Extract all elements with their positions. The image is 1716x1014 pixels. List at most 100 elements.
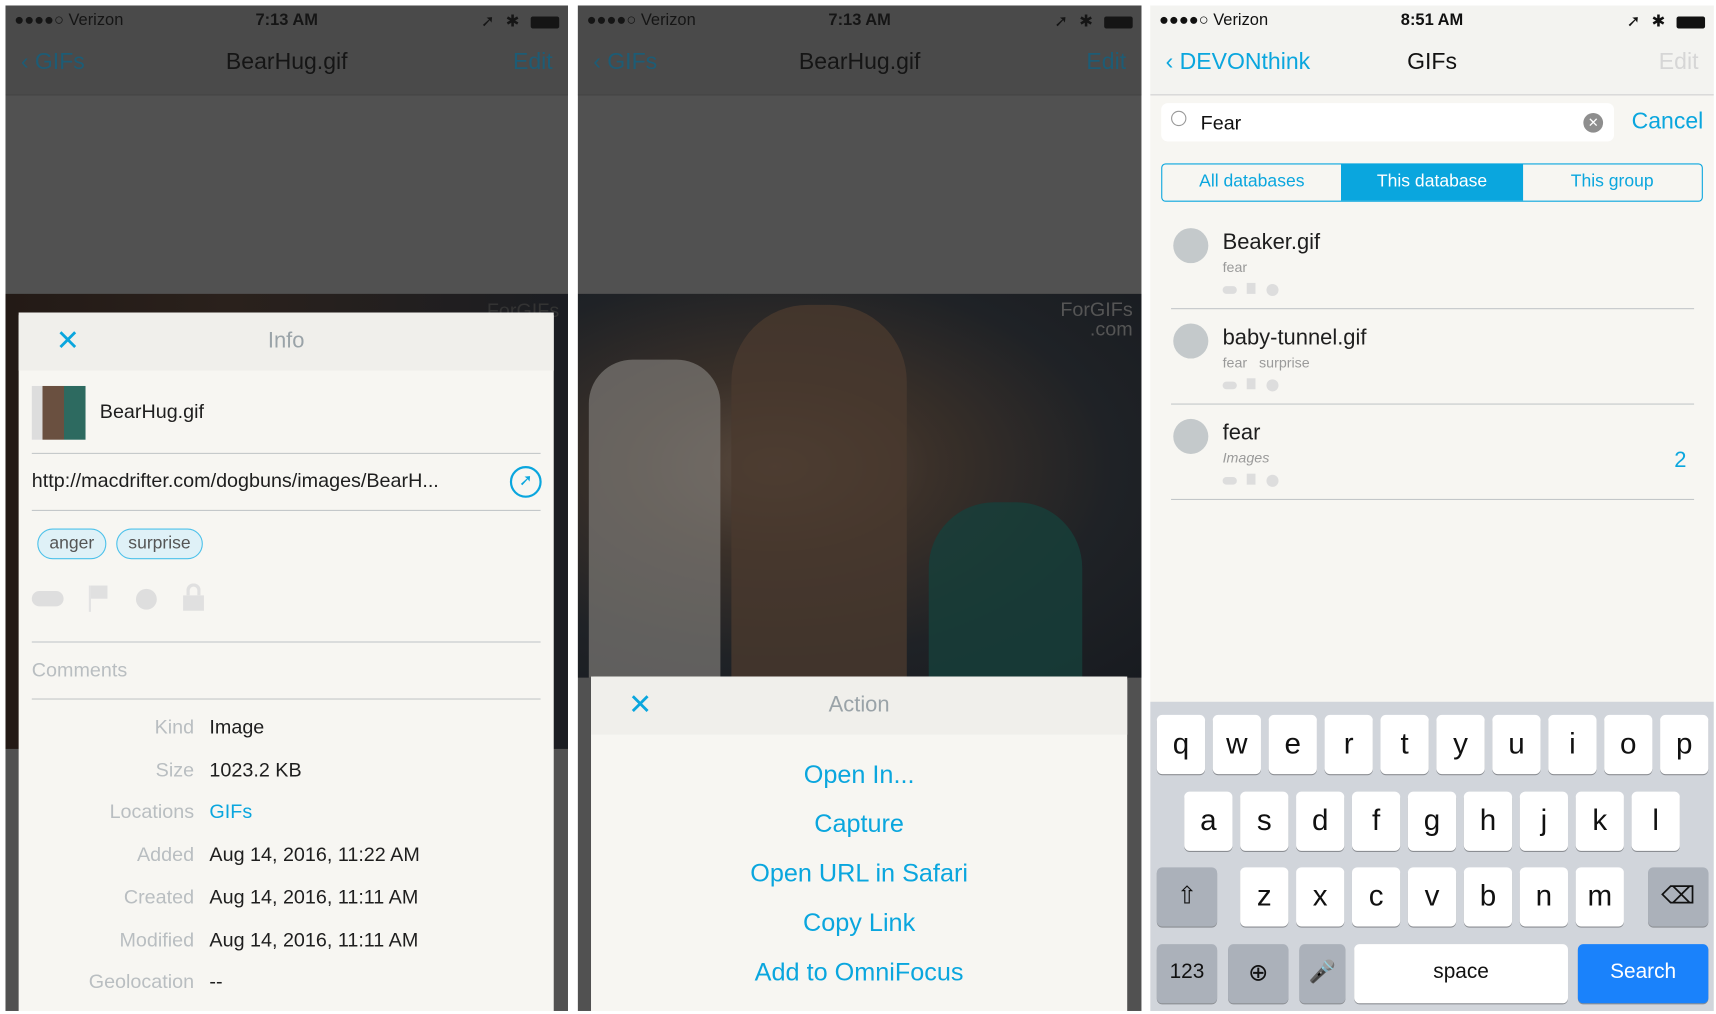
key-z[interactable]: z	[1240, 867, 1289, 927]
divider	[31, 698, 541, 700]
clear-icon[interactable]: ✕	[1583, 112, 1604, 133]
action-item[interactable]: Add to OmniFocus	[591, 957, 1127, 987]
cancel-button[interactable]: Cancel	[1632, 109, 1704, 135]
field-label: Size	[155, 758, 195, 781]
unread-icon	[1266, 283, 1279, 297]
lock-icon[interactable]	[183, 583, 204, 611]
compass-icon[interactable]: ➚	[509, 466, 542, 498]
key-s[interactable]: s	[1240, 791, 1289, 851]
divider	[1171, 403, 1695, 405]
key-l[interactable]: l	[1631, 791, 1680, 851]
field-value: --	[209, 970, 223, 993]
edit-button[interactable]: Edit	[513, 49, 553, 75]
key-e[interactable]: e	[1268, 714, 1317, 775]
key-t[interactable]: t	[1380, 714, 1429, 775]
key-i[interactable]: i	[1548, 714, 1597, 775]
nav-title: BearHug.gif	[225, 49, 348, 75]
url-field[interactable]: http://macdrifter.com/dogbuns/images/Bea…	[32, 469, 439, 492]
result-row[interactable]: baby-tunnel.gif fear surprise	[1150, 320, 1714, 415]
microphone-icon[interactable]: 🎤	[1299, 944, 1346, 1004]
key-v[interactable]: v	[1407, 867, 1457, 927]
battery-icon: ➚ ✱	[481, 11, 560, 31]
result-subtitle: Images	[1222, 449, 1270, 467]
scope-segmented-control: All databases This database This group	[1161, 163, 1703, 202]
thumbnail	[31, 385, 86, 440]
search-input[interactable]: Fear	[1201, 112, 1242, 135]
field-value: Image	[209, 716, 265, 738]
key-y[interactable]: y	[1436, 714, 1485, 775]
key-p[interactable]: p	[1660, 714, 1709, 775]
key-j[interactable]: j	[1519, 791, 1568, 851]
label-icon[interactable]	[31, 591, 64, 607]
key-m[interactable]: m	[1575, 867, 1624, 927]
key-c[interactable]: c	[1351, 867, 1401, 927]
field-label: Locations	[109, 800, 195, 823]
action-item[interactable]: Open In...	[591, 760, 1127, 790]
space-key[interactable]: space	[1354, 944, 1568, 1004]
key-d[interactable]: d	[1296, 791, 1345, 851]
status-bar: ●●●●○ Verizon 7:13 AM ➚ ✱	[5, 5, 568, 34]
action-item[interactable]: Capture	[591, 809, 1127, 839]
key-n[interactable]: n	[1519, 867, 1568, 927]
label-icon	[1222, 381, 1237, 390]
location-link[interactable]: GIFs	[209, 801, 252, 824]
search-icon	[1171, 110, 1187, 127]
key-k[interactable]: k	[1575, 791, 1624, 851]
comments-field[interactable]: Comments	[32, 659, 127, 682]
key-g[interactable]: g	[1407, 791, 1457, 851]
backspace-key[interactable]: ⌫	[1648, 867, 1709, 927]
document-icon	[1173, 228, 1209, 264]
result-subtitle: fear surprise	[1222, 354, 1310, 371]
sheet-title: Info	[267, 328, 305, 354]
result-title: baby-tunnel.gif	[1222, 325, 1367, 350]
unread-icon	[1266, 474, 1279, 487]
field-value: 1023.2 KB	[209, 758, 302, 781]
filename: BearHug.gif	[99, 400, 205, 423]
divider	[31, 641, 541, 643]
result-row[interactable]: fear Images 2	[1150, 416, 1714, 511]
result-title: Beaker.gif	[1222, 230, 1321, 255]
key-a[interactable]: a	[1184, 791, 1233, 851]
tag-chip[interactable]: anger	[37, 528, 107, 560]
battery-icon: ➚ ✱	[1627, 11, 1706, 31]
numbers-key[interactable]: 123	[1156, 944, 1218, 1004]
field-label: Added	[136, 843, 195, 866]
edit-button[interactable]: Edit	[1659, 49, 1699, 75]
field-label: Modified	[119, 928, 195, 951]
scope-all-databases[interactable]: All databases	[1162, 164, 1341, 200]
bear-figure	[731, 304, 907, 678]
search-screen: ●●●●○ Verizon 8:51 AM ➚ ✱ ‹ DEVONthink G…	[1150, 5, 1714, 1011]
key-o[interactable]: o	[1604, 714, 1653, 775]
unread-icon[interactable]	[135, 588, 157, 610]
result-row[interactable]: Beaker.gif fear	[1150, 225, 1714, 320]
key-f[interactable]: f	[1351, 791, 1401, 851]
sheet-header: ✕ Action	[591, 676, 1128, 735]
shift-key[interactable]: ⇧	[1156, 867, 1218, 927]
tag-chip[interactable]: surprise	[116, 528, 203, 560]
seated-person	[928, 502, 1083, 678]
key-r[interactable]: r	[1324, 714, 1373, 775]
field-value: Aug 14, 2016, 11:22 AM	[209, 843, 420, 866]
field-value: Aug 14, 2016, 11:11 AM	[209, 885, 419, 908]
action-sheet: ✕ Action Open In... Capture Open URL in Sa…	[591, 676, 1128, 1011]
key-b[interactable]: b	[1463, 867, 1513, 927]
key-u[interactable]: u	[1492, 714, 1541, 775]
battery-icon: ➚ ✱	[1054, 11, 1133, 31]
edit-button[interactable]: Edit	[1086, 49, 1126, 75]
search-key[interactable]: Search	[1577, 944, 1709, 1004]
flag-icon[interactable]	[88, 585, 108, 612]
label-icon	[1222, 476, 1237, 485]
globe-icon[interactable]: ⊕	[1228, 944, 1289, 1004]
scope-this-database[interactable]: This database	[1341, 164, 1523, 201]
action-item[interactable]: Copy Link	[591, 908, 1127, 938]
person-figure	[588, 359, 721, 678]
key-q[interactable]: q	[1156, 714, 1206, 775]
scope-this-group[interactable]: This group	[1523, 164, 1702, 200]
key-x[interactable]: x	[1296, 867, 1345, 927]
action-item[interactable]: Open URL in Safari	[591, 859, 1127, 889]
search-field[interactable]: Fear ✕	[1161, 103, 1615, 142]
flag-icon	[1246, 282, 1256, 294]
nav-bar: ‹ GIFs BearHug.gif Edit	[578, 34, 1142, 95]
key-w[interactable]: w	[1212, 714, 1261, 775]
key-h[interactable]: h	[1463, 791, 1513, 851]
